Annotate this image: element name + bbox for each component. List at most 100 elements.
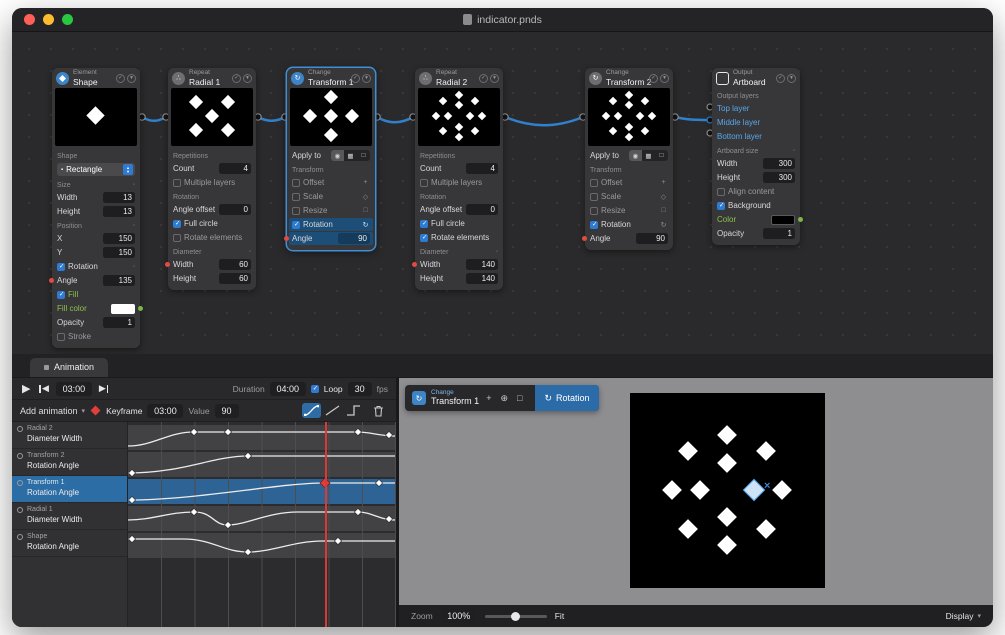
shape-y-field[interactable]: 150 — [103, 247, 135, 258]
easing-hold-button[interactable] — [344, 403, 363, 418]
apply-to-layer-button[interactable]: ▦ — [344, 150, 357, 161]
node-transform1-header[interactable]: ↻ Change Transform 1 ✓ ▾ — [287, 68, 375, 88]
easing-linear-button[interactable] — [323, 403, 342, 418]
shape-x-field[interactable]: 150 — [103, 233, 135, 244]
track-transform1-rotation-angle[interactable]: Transform 1 Rotation Angle — [12, 476, 127, 503]
radial2-count-field[interactable]: 4 — [466, 163, 498, 174]
canvas-diamond[interactable] — [772, 480, 792, 500]
track-radial2-diameter-width[interactable]: Radial 2 Diameter Width — [12, 422, 127, 449]
offset-checkbox[interactable] — [590, 179, 598, 187]
node-collapse-toggle[interactable]: ▾ — [362, 74, 371, 83]
transform2-angle-field[interactable]: 90 — [636, 233, 668, 244]
node-collapse-toggle[interactable]: ▾ — [787, 74, 796, 83]
keyframe-time-field[interactable]: 03:00 — [147, 404, 183, 418]
artboard-canvas[interactable]: × — [630, 393, 825, 588]
zoom-window-button[interactable] — [62, 14, 73, 25]
track-transform2-rotation-angle[interactable]: Transform 2 Rotation Angle — [12, 449, 127, 476]
node-collapse-toggle[interactable]: ▾ — [660, 74, 669, 83]
shape-height-field[interactable]: 13 — [103, 206, 135, 217]
canvas-diamond[interactable] — [717, 453, 737, 473]
shape-angle-field[interactable]: 135 — [103, 275, 135, 286]
node-transform-2[interactable]: ↻ Change Transform 2 ✓ ▾ — [585, 68, 673, 250]
keyframe-value-field[interactable]: 90 — [215, 404, 239, 418]
fit-button[interactable]: Fit — [555, 611, 564, 621]
fill-checkbox[interactable] — [57, 291, 65, 299]
rotation-mode-chip[interactable]: ↻ Rotation — [535, 385, 598, 411]
tab-animation[interactable]: Animation — [30, 358, 108, 377]
scale-checkbox[interactable] — [590, 193, 598, 201]
node-collapse-toggle[interactable]: ▾ — [243, 74, 252, 83]
add-animation-dropdown[interactable]: Add animation▾ — [20, 406, 85, 416]
track-radial1-diameter-width[interactable]: Radial 1 Diameter Width — [12, 503, 127, 530]
artboard-opacity-field[interactable]: 1 — [763, 228, 795, 239]
canvas-diamond[interactable] — [756, 441, 776, 461]
bottom-layer-input[interactable]: Bottom layer — [717, 130, 795, 143]
shape-opacity-field[interactable]: 1 — [103, 317, 135, 328]
node-shape-header[interactable]: Element Shape ✓ ▾ — [52, 68, 140, 88]
node-collapse-toggle[interactable]: ▾ — [490, 74, 499, 83]
resize-checkbox[interactable] — [590, 207, 598, 215]
canvas-diamond[interactable] — [756, 519, 776, 539]
multiple-layers-checkbox[interactable] — [173, 179, 181, 187]
apply-to-all-button[interactable]: □ — [357, 150, 370, 161]
skip-to-start-button[interactable]: ◀ — [37, 383, 50, 394]
artboard-width-field[interactable]: 300 — [763, 158, 795, 169]
rotate-elements-checkbox[interactable] — [173, 234, 181, 242]
node-enable-toggle[interactable]: ✓ — [649, 74, 658, 83]
node-enable-toggle[interactable]: ✓ — [479, 74, 488, 83]
skip-to-end-button[interactable]: ▶ — [97, 383, 110, 394]
radial1-count-field[interactable]: 4 — [219, 163, 251, 174]
track-shape-rotation-angle[interactable]: Shape Rotation Angle — [12, 530, 127, 557]
bounds-tool-icon[interactable]: □ — [515, 393, 524, 403]
fps-field[interactable]: 30 — [348, 382, 372, 396]
background-color-swatch[interactable] — [771, 215, 795, 225]
node-artboard-header[interactable]: Output Artboard ✓ ▾ — [712, 68, 800, 88]
radial2-width-field[interactable]: 140 — [466, 259, 498, 270]
stroke-checkbox[interactable] — [57, 333, 65, 341]
delete-keyframe-button[interactable] — [369, 403, 388, 418]
node-radial-1[interactable]: ∴ Repeat Radial 1 ✓ ▾ Repetitions C — [168, 68, 256, 290]
canvas-diamond[interactable] — [717, 535, 737, 555]
display-dropdown[interactable]: Display▾ — [946, 611, 981, 621]
easing-curve-button[interactable] — [302, 403, 321, 418]
apply-to-element-button[interactable]: ◉ — [331, 150, 344, 161]
zoom-slider[interactable] — [485, 611, 547, 621]
duration-field[interactable]: 04:00 — [270, 382, 306, 396]
rotation-checkbox[interactable] — [590, 221, 598, 229]
radial2-angle-offset-field[interactable]: 0 — [466, 204, 498, 215]
radial1-width-field[interactable]: 60 — [219, 259, 251, 270]
middle-layer-input[interactable]: Middle layer — [717, 116, 795, 129]
zoom-field[interactable]: 100% — [441, 609, 477, 623]
radial2-height-field[interactable]: 140 — [466, 273, 498, 284]
zoom-slider-knob[interactable] — [511, 612, 520, 621]
shape-type-dropdown[interactable]: ▪ Rectangle ▴▾ — [57, 163, 135, 176]
minimize-button[interactable] — [43, 14, 54, 25]
scale-checkbox[interactable] — [292, 193, 300, 201]
resize-checkbox[interactable] — [292, 207, 300, 215]
move-tool-icon[interactable]: + — [484, 393, 493, 403]
radial1-height-field[interactable]: 60 — [219, 273, 251, 284]
preview-panel[interactable]: ↻ Change Transform 1 + ⊕ □ ↻ Rotation — [399, 378, 993, 627]
top-layer-input[interactable]: Top layer — [717, 102, 795, 115]
transform-tool-icon[interactable]: ⊕ — [498, 393, 510, 404]
close-button[interactable] — [24, 14, 35, 25]
node-enable-toggle[interactable]: ✓ — [351, 74, 360, 83]
apply-to-layer-button[interactable]: ▦ — [642, 150, 655, 161]
node-artboard[interactable]: Output Artboard ✓ ▾ Output layers Top la… — [712, 68, 800, 245]
playhead[interactable] — [325, 422, 327, 627]
rotate-elements-checkbox[interactable] — [420, 234, 428, 242]
selection-handle-icon[interactable]: × — [764, 481, 770, 492]
canvas-diamond[interactable] — [662, 480, 682, 500]
radial1-angle-offset-field[interactable]: 0 — [219, 204, 251, 215]
node-radial1-header[interactable]: ∴ Repeat Radial 1 ✓ ▾ — [168, 68, 256, 88]
full-circle-checkbox[interactable] — [420, 220, 428, 228]
node-transform-1[interactable]: ↻ Change Transform 1 ✓ ▾ Apply to — [287, 68, 375, 250]
node-enable-toggle[interactable]: ✓ — [776, 74, 785, 83]
apply-to-all-button[interactable]: □ — [655, 150, 668, 161]
artboard-height-field[interactable]: 300 — [763, 172, 795, 183]
selected-canvas-diamond[interactable] — [744, 480, 764, 500]
align-content-checkbox[interactable] — [717, 188, 725, 196]
full-circle-checkbox[interactable] — [173, 220, 181, 228]
play-button[interactable]: ▶ — [20, 382, 32, 395]
offset-checkbox[interactable] — [292, 179, 300, 187]
